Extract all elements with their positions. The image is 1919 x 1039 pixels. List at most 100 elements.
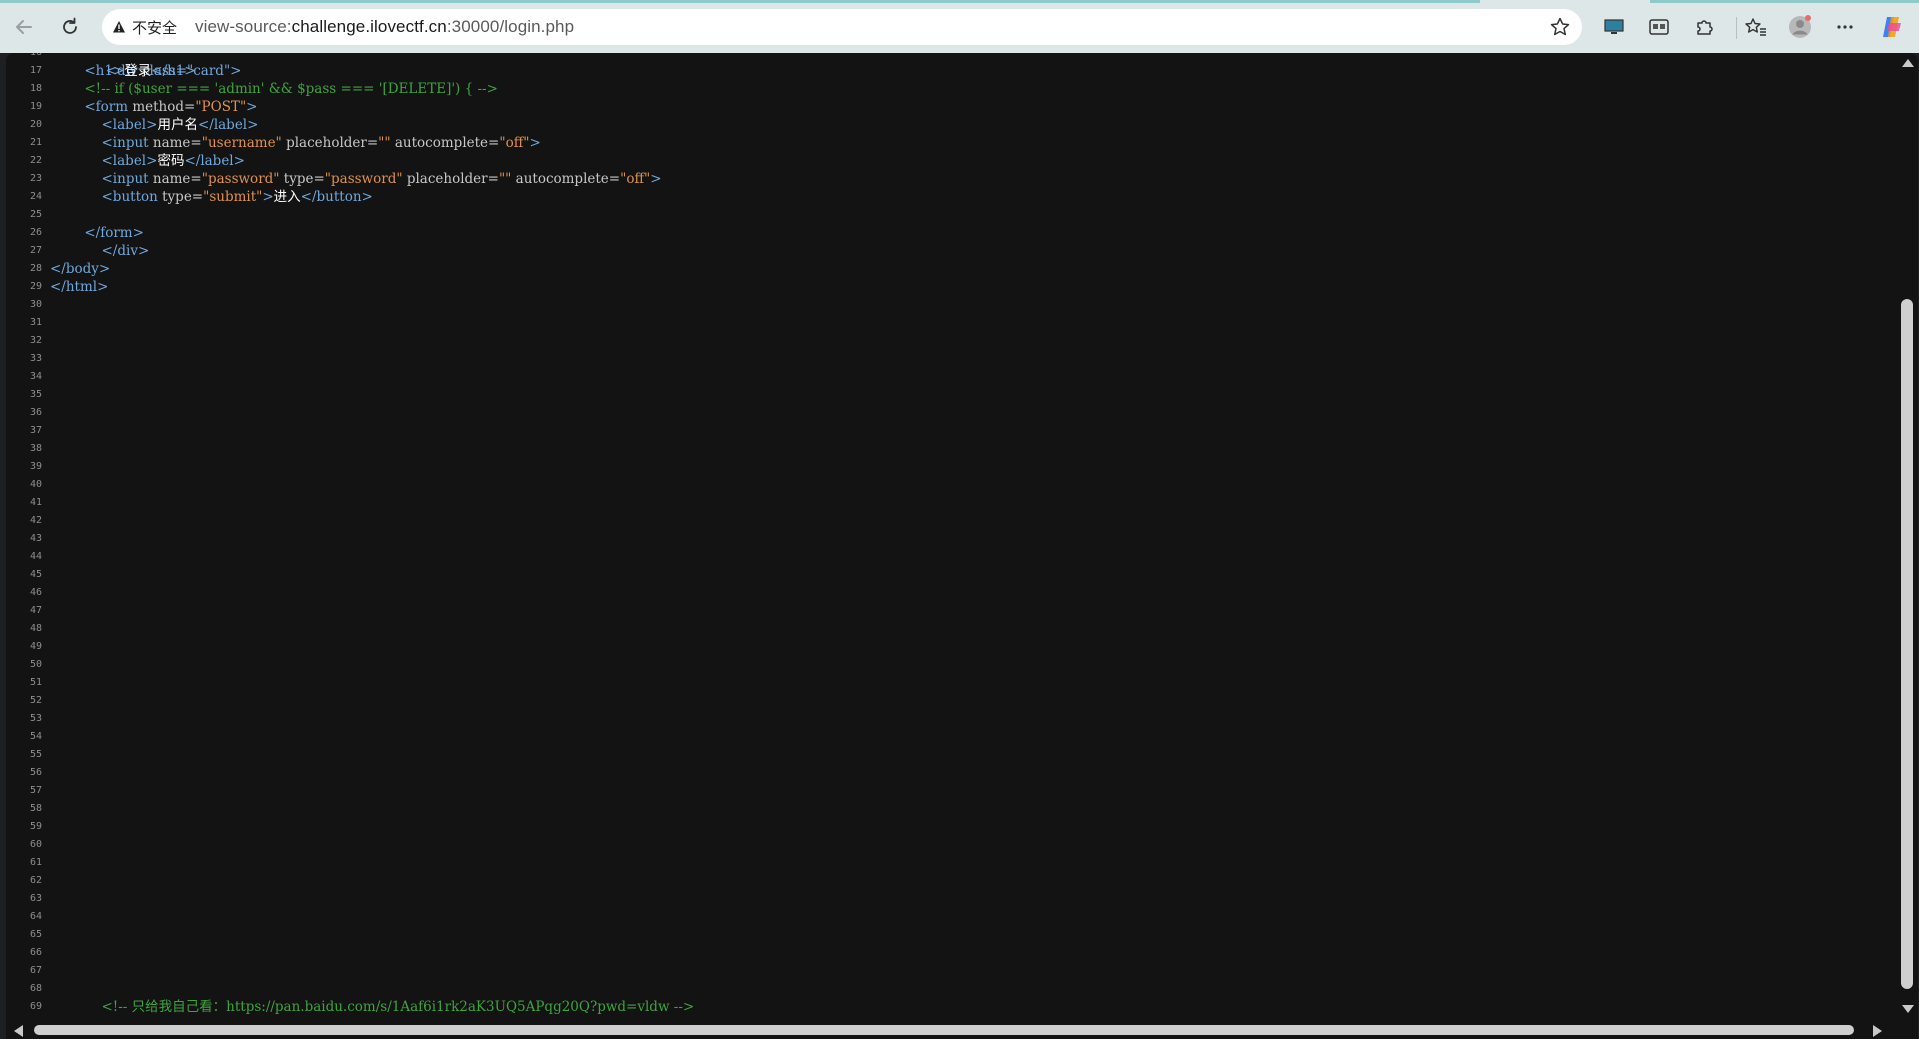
security-indicator[interactable]: 不安全	[112, 17, 177, 38]
line-number: 23	[29, 173, 42, 184]
code-token-tag: <h1>	[84, 63, 125, 79]
scroll-down-arrow[interactable]	[1902, 1005, 1914, 1013]
comment-link[interactable]: https://pan.baidu.com/s/1Aaf6i1rk2aK3UQ5…	[226, 999, 669, 1015]
source-line: <label>用户名</label>	[50, 116, 259, 134]
line-number: 63	[29, 893, 42, 904]
line-number: 29	[29, 281, 42, 292]
vertical-scrollbar[interactable]	[1896, 53, 1918, 1021]
puzzle-icon	[1697, 20, 1713, 35]
code-token-tag: </div>	[101, 243, 150, 259]
code-token-txt: 密码	[157, 153, 185, 169]
vertical-scroll-thumb[interactable]	[1901, 299, 1913, 989]
warning-icon	[113, 21, 125, 33]
code-token-cmt: <!-- 只给我自己看：	[101, 999, 227, 1015]
code-token-cmt: -->	[669, 999, 695, 1015]
line-number: 34	[29, 371, 42, 382]
scroll-left-arrow[interactable]	[14, 1025, 23, 1037]
line-number: 42	[29, 515, 42, 526]
code-token-val: "submit"	[203, 189, 263, 205]
code-token-attr: placeholder=	[281, 135, 379, 151]
line-number: 24	[29, 191, 42, 202]
code-token-attr: type=	[279, 171, 325, 187]
line-number: 17	[29, 65, 42, 76]
address-bar[interactable]: 不安全 view-source:challenge.ilovectf.cn:30…	[102, 9, 1582, 45]
extensions-button[interactable]	[1690, 13, 1718, 41]
line-number: 40	[29, 479, 42, 490]
code-token-tag: >	[262, 189, 274, 205]
line-number: 25	[29, 209, 42, 220]
source-line: <label>密码</label>	[50, 152, 245, 170]
toolbar-separator	[1736, 17, 1737, 39]
code-token-cmt: <!-- if ($user === 'admin' && $pass === …	[84, 81, 498, 97]
code-token-val: ""	[498, 171, 512, 187]
line-number: 65	[29, 929, 42, 940]
source-line: <form method="POST">	[50, 98, 257, 116]
star-icon	[1550, 17, 1570, 36]
line-number: 31	[29, 317, 42, 328]
line-number: 50	[29, 659, 42, 670]
line-number: 27	[29, 245, 42, 256]
profile-button[interactable]	[1786, 13, 1814, 41]
line-number: 62	[29, 875, 42, 886]
horizontal-scrollbar[interactable]	[6, 1021, 1918, 1039]
source-line: <input name="username" placeholder="" au…	[50, 134, 541, 152]
line-number: 49	[29, 641, 42, 652]
source-code-area: <div class="card"> <h1>登录</h1> <!-- if (…	[50, 53, 1890, 1021]
line-number: 36	[29, 407, 42, 418]
line-number: 18	[29, 83, 42, 94]
line-number: 35	[29, 389, 42, 400]
code-token-tag: </form>	[84, 225, 144, 241]
add-favorite-button[interactable]	[1548, 15, 1572, 39]
cast-button[interactable]	[1600, 13, 1628, 41]
code-token-attr: type=	[162, 189, 204, 205]
code-token-tag: >	[650, 171, 662, 187]
url-scheme: view-source:	[195, 17, 292, 36]
code-token-val: "off"	[620, 171, 651, 187]
horizontal-scroll-thumb[interactable]	[34, 1025, 1854, 1035]
reload-button[interactable]	[54, 11, 86, 43]
avatar-icon	[1789, 15, 1811, 38]
line-number: 21	[29, 137, 42, 148]
back-button[interactable]	[8, 11, 40, 43]
line-number: 48	[29, 623, 42, 634]
line-number: 67	[29, 965, 42, 976]
source-line: </div>	[50, 242, 150, 260]
favorites-button[interactable]	[1742, 13, 1770, 41]
code-token-tag: <button	[101, 189, 163, 205]
line-number: 33	[29, 353, 42, 364]
line-number: 66	[29, 947, 42, 958]
code-token-tag: <form	[84, 99, 133, 115]
page-load-bar	[0, 0, 1919, 3]
line-number: 19	[29, 101, 42, 112]
line-number: 28	[29, 263, 42, 274]
source-line-partial: <div class="card">	[80, 53, 242, 79]
code-token-tag: </button>	[300, 189, 373, 205]
line-number: 60	[29, 839, 42, 850]
code-token-tag: >	[246, 99, 258, 115]
scroll-right-arrow[interactable]	[1873, 1025, 1882, 1037]
line-number: 45	[29, 569, 42, 580]
code-token-val: "off"	[499, 135, 530, 151]
scroll-corner	[1896, 1021, 1918, 1039]
code-token-tag: </body>	[50, 261, 111, 277]
url-text[interactable]: view-source:challenge.ilovectf.cn:30000/…	[195, 17, 574, 37]
security-label: 不安全	[132, 18, 178, 37]
code-token-txt: 进入	[273, 189, 301, 205]
code-token-val: "POST"	[195, 99, 247, 115]
more-button[interactable]	[1831, 13, 1859, 41]
line-number: 68	[29, 983, 42, 994]
code-token-attr: autocomplete=	[511, 171, 621, 187]
line-number: 32	[29, 335, 42, 346]
line-number: 61	[29, 857, 42, 868]
games-button[interactable]	[1645, 13, 1673, 41]
scroll-up-arrow[interactable]	[1902, 59, 1914, 67]
line-number: 16	[30, 53, 42, 62]
line-number: 20	[29, 119, 42, 130]
line-number: 51	[29, 677, 42, 688]
copilot-button[interactable]	[1878, 13, 1906, 41]
code-token-val: ""	[378, 135, 391, 151]
source-line: <!-- 只给我自己看：https://pan.baidu.com/s/1Aaf…	[50, 998, 695, 1016]
line-number: 55	[29, 749, 42, 760]
code-token-tag: <label>	[101, 153, 158, 169]
line-number: 59	[29, 821, 42, 832]
